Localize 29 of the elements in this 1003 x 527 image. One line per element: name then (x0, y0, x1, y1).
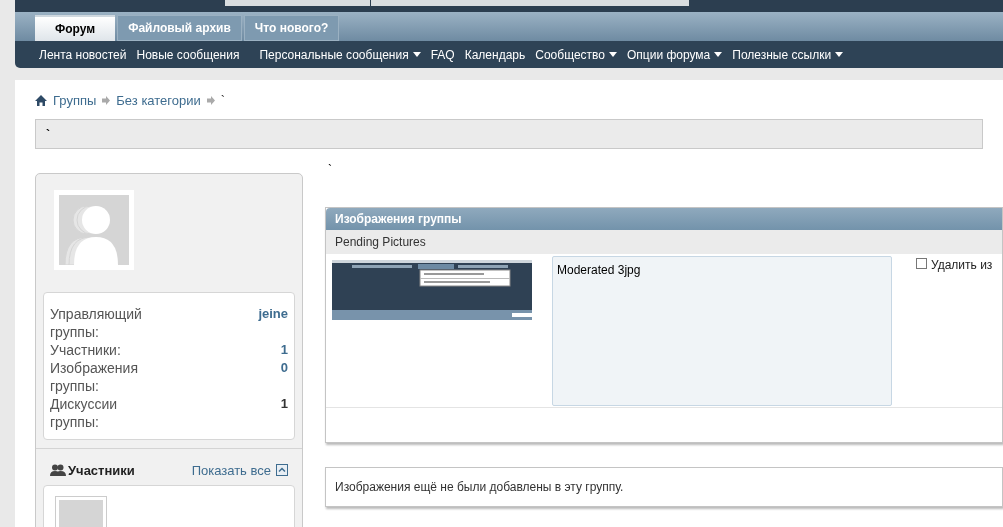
stat-label: Изображения группы: (50, 358, 139, 395)
nav-link[interactable]: Календарь (464, 45, 526, 64)
menu-link[interactable]: Полезные ссылки (732, 45, 844, 64)
panel-header: Изображения группы (326, 207, 1002, 230)
description-text: ` (327, 161, 333, 179)
section-header: Pending Pictures (326, 229, 1002, 254)
stat-label: Дискуссии группы: (50, 394, 119, 431)
show-all-link[interactable]: Показать все (191, 460, 271, 480)
breadcrumb-link[interactable]: Группы (53, 91, 97, 111)
stat-value: 1 (280, 394, 288, 413)
caption-text: Moderated 3jpg (557, 262, 641, 277)
breadcrumb-current: ` (220, 92, 226, 110)
stat-label: Участники: (50, 340, 122, 359)
nav-tab[interactable]: Форум (35, 15, 116, 41)
stat-label: Управляющий группы: (50, 304, 143, 341)
group-title: ` (46, 127, 50, 142)
menu-link[interactable]: Опции форума (626, 45, 723, 64)
nav-link[interactable]: Новые сообщения (136, 45, 240, 64)
members-heading: Участники (68, 461, 135, 480)
stat-link[interactable]: jeine (258, 304, 288, 341)
checkbox-label: Удалить из (931, 256, 993, 274)
menu-link[interactable]: Персональные сообщения (259, 45, 421, 64)
empty-message: Изображения ещё не были добавлены в эту группу. (325, 466, 1003, 507)
menu-link[interactable]: Сообщество (535, 45, 617, 64)
stat-link[interactable]: 1 (280, 340, 288, 359)
stat-link[interactable]: 0 (280, 358, 288, 395)
breadcrumb-link[interactable]: Без категории (116, 91, 201, 111)
nav-link[interactable]: FAQ (430, 45, 455, 64)
nav-link[interactable]: Лента новостей (39, 45, 127, 64)
